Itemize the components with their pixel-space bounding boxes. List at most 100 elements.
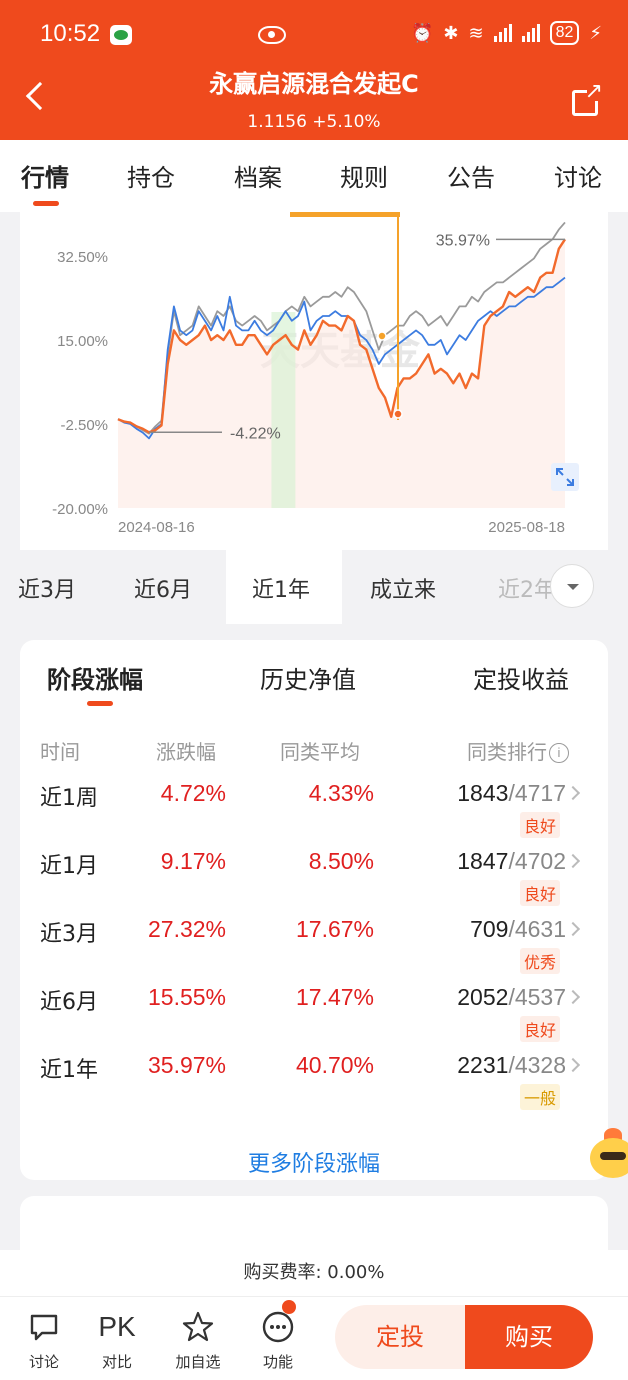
chevron-right-icon <box>565 1057 581 1073</box>
share-icon[interactable] <box>572 79 603 116</box>
performance-chart[interactable]: 32.50%15.00%-2.50%-20.00%天天基金-4.22%35.97… <box>20 212 608 550</box>
bottom-compare[interactable]: PK 对比 <box>87 1307 147 1372</box>
eye-icon <box>258 26 286 44</box>
info-icon[interactable]: i <box>549 743 569 763</box>
period-since-inception[interactable]: 成立来 <box>370 572 436 604</box>
rank-badge: 优秀 <box>519 948 560 974</box>
status-icons: ⏰ ✱ ≋ 82 ⚡ <box>411 21 602 45</box>
row-period: 近1月 <box>40 854 98 879</box>
rank-badge: 良好 <box>519 880 560 906</box>
tab-stage-change[interactable]: 阶段涨幅 <box>47 660 143 695</box>
tab-nav-history[interactable]: 历史净值 <box>260 660 356 695</box>
row-avg: 40.70% <box>295 1052 374 1078</box>
x-end-label: 2025-08-18 <box>488 519 565 536</box>
row-period: 近3月 <box>40 922 98 947</box>
wifi-icon: ≋ <box>468 22 484 44</box>
y-tick-label: -2.50% <box>60 417 108 434</box>
row-rank-value: 1847 <box>457 848 509 874</box>
row-change: 9.17% <box>160 848 226 874</box>
tab-announcements[interactable]: 公告 <box>447 158 495 193</box>
max-annotation-label: 35.97% <box>436 232 490 249</box>
row-rank: 1843/4717 <box>457 780 566 807</box>
tab-profile[interactable]: 档案 <box>234 158 282 193</box>
bottom-add-watchlist[interactable]: 加自选 <box>168 1307 228 1372</box>
tab-discussion[interactable]: 讨论 <box>554 158 602 193</box>
rank-badge: 良好 <box>519 1016 560 1042</box>
row-rank: 1847/4702 <box>457 848 566 875</box>
row-period: 近1年 <box>40 1058 98 1083</box>
x-start-label: 2024-08-16 <box>118 519 195 536</box>
y-tick-label: -20.00% <box>52 501 108 518</box>
active-card-tab-indicator <box>87 701 113 706</box>
row-rank-value: 709 <box>470 916 509 942</box>
row-rank: 2052/4537 <box>457 984 566 1011</box>
mascot-float-icon[interactable] <box>590 1128 628 1182</box>
pk-icon: PK <box>98 1311 136 1342</box>
period-3m[interactable]: 近3月 <box>18 572 76 604</box>
row-change: 4.72% <box>160 780 226 806</box>
table-row[interactable]: 近3月 27.32% 17.67% 709/4631 优秀 <box>20 916 608 984</box>
fund-title: 永赢启源混合发起C <box>209 70 419 98</box>
row-change: 35.97% <box>147 1052 226 1078</box>
stage-performance-card: 阶段涨幅 历史净值 定投收益 时间 涨跌幅 同类平均 同类排行 i 近1周 4.72… <box>20 640 608 1180</box>
header-period: 时间 <box>40 740 80 764</box>
signal-icon <box>493 24 512 42</box>
charging-icon: ⚡ <box>589 22 602 44</box>
more-stage-link[interactable]: 更多阶段涨幅 <box>20 1146 608 1178</box>
status-time: 10:52 <box>40 20 101 47</box>
expand-icon[interactable] <box>551 463 579 491</box>
header-avg: 同类平均 <box>280 740 360 764</box>
row-rank-total: /4328 <box>508 1052 566 1078</box>
row-rank-total: /4702 <box>508 848 566 874</box>
row-avg: 17.47% <box>295 984 374 1010</box>
chevron-right-icon <box>565 785 581 801</box>
header-change: 涨跌幅 <box>156 740 216 764</box>
period-tabs: 近3月 近6月 近1年 成立来 近2年 <box>0 550 628 624</box>
row-period: 近6月 <box>40 990 98 1015</box>
buy-button[interactable]: 购买 <box>465 1305 593 1369</box>
table-row[interactable]: 近1月 9.17% 8.50% 1847/4702 良好 <box>20 848 608 916</box>
purchase-fee: 购买费率: 0.00% <box>0 1250 628 1296</box>
series-area-fill <box>118 239 565 509</box>
row-rank-total: /4717 <box>508 780 566 806</box>
chevron-down-icon[interactable] <box>550 564 594 608</box>
active-tab-indicator <box>33 201 59 206</box>
bottom-discuss[interactable]: 讨论 <box>14 1307 74 1372</box>
row-rank-value: 1843 <box>457 780 509 806</box>
chevron-right-icon <box>565 853 581 869</box>
status-bar: 10:52 ⏰ ✱ ≋ 82 ⚡ <box>0 18 628 54</box>
period-6m[interactable]: 近6月 <box>134 572 192 604</box>
chevron-right-icon <box>565 989 581 1005</box>
table-row[interactable]: 近1年 35.97% 40.70% 2231/4328 一般 <box>20 1052 608 1120</box>
table-row[interactable]: 近6月 15.55% 17.47% 2052/4537 良好 <box>20 984 608 1052</box>
row-change: 15.55% <box>147 984 226 1010</box>
header-rank: 同类排行 i <box>467 736 569 765</box>
sip-button[interactable]: 定投 <box>335 1305 465 1369</box>
next-card <box>20 1196 608 1256</box>
tab-rules[interactable]: 规则 <box>340 158 388 193</box>
min-annotation-label: -4.22% <box>230 425 281 442</box>
header-rank-label: 同类排行 <box>467 740 547 764</box>
period-1y[interactable]: 近1年 <box>252 572 310 604</box>
table-row[interactable]: 近1周 4.72% 4.33% 1843/4717 良好 <box>20 780 608 848</box>
rank-badge: 一般 <box>519 1084 560 1110</box>
row-rank-total: /4631 <box>508 916 566 942</box>
tab-market[interactable]: 行情 <box>21 158 69 193</box>
chevron-right-icon <box>565 921 581 937</box>
signal-icon-2 <box>521 24 540 42</box>
fund-nav-change: 1.1156 +5.10% <box>247 112 381 132</box>
row-rank: 709/4631 <box>470 916 566 943</box>
row-rank-value: 2231 <box>457 1052 509 1078</box>
row-rank: 2231/4328 <box>457 1052 566 1079</box>
battery-indicator: 82 <box>549 21 580 45</box>
bottom-functions[interactable]: 功能 <box>248 1307 308 1372</box>
row-avg: 4.33% <box>308 780 374 806</box>
period-2y[interactable]: 近2年 <box>498 572 554 604</box>
chart-svg: 32.50%15.00%-2.50%-20.00%天天基金-4.22%35.97… <box>52 212 579 536</box>
marker-dot-2 <box>377 331 387 341</box>
tab-holdings[interactable]: 持仓 <box>127 158 175 193</box>
wechat-icon <box>110 25 132 45</box>
row-avg: 17.67% <box>295 916 374 942</box>
tab-sip-returns[interactable]: 定投收益 <box>473 660 569 695</box>
marker-dot <box>393 409 403 419</box>
